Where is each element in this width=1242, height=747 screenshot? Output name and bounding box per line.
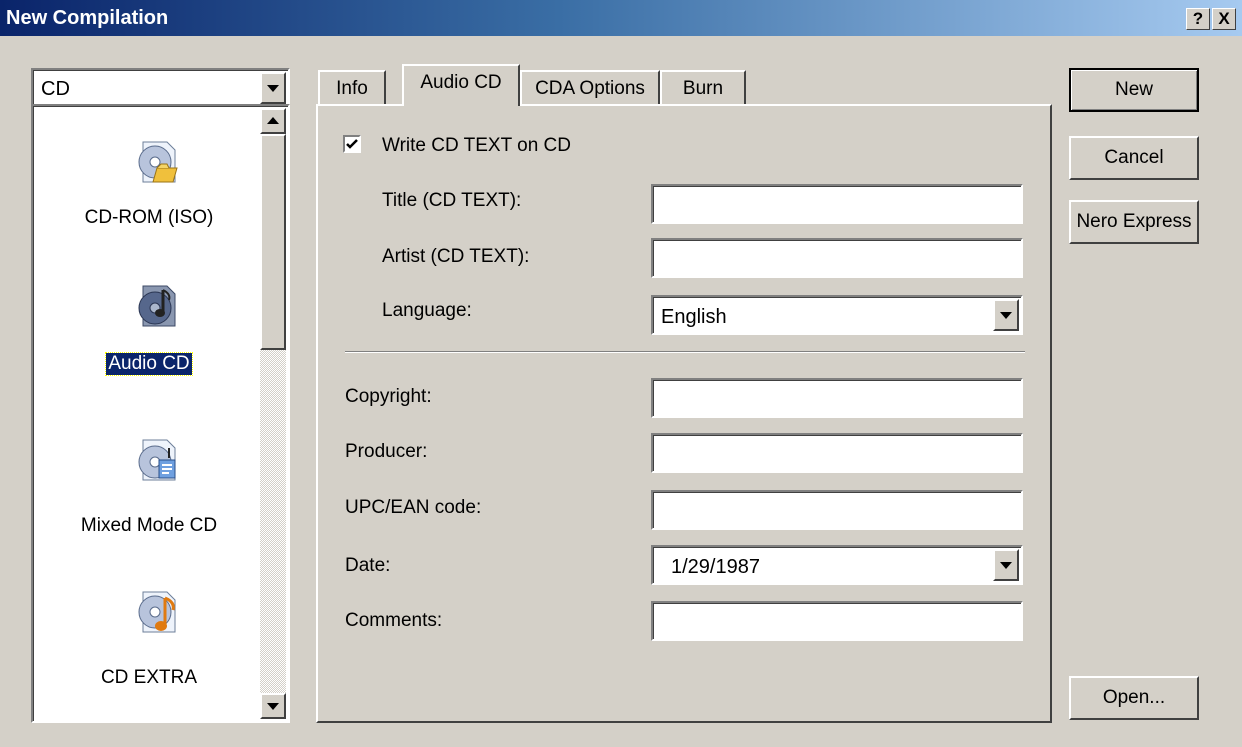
arrow-up-icon bbox=[267, 117, 279, 124]
window-title: New Compilation bbox=[6, 7, 169, 29]
title-bar: New Compilation ? X bbox=[0, 0, 1242, 36]
language-value: English bbox=[661, 306, 727, 328]
chevron-down-icon bbox=[1000, 562, 1012, 569]
checkmark-icon bbox=[346, 139, 358, 149]
scroll-down-button[interactable] bbox=[260, 693, 286, 719]
audio-cd-note-icon bbox=[138, 285, 176, 327]
date-picker[interactable]: 1/29/1987 bbox=[651, 545, 1023, 585]
close-button[interactable]: X bbox=[1212, 8, 1236, 30]
list-item-label: Mixed Mode CD bbox=[80, 515, 218, 536]
mixed-mode-cd-icon bbox=[138, 439, 176, 481]
language-label: Language: bbox=[382, 300, 472, 321]
tab-burn[interactable]: Burn bbox=[660, 70, 746, 106]
cancel-button[interactable]: Cancel bbox=[1069, 136, 1199, 180]
upc-ean-input[interactable] bbox=[651, 490, 1023, 530]
upc-ean-label: UPC/EAN code: bbox=[345, 497, 482, 518]
tab-audio-cd[interactable]: Audio CD bbox=[402, 64, 520, 106]
title-cd-text-input[interactable] bbox=[651, 184, 1023, 224]
media-type-dropdown-button[interactable] bbox=[260, 72, 286, 104]
scroll-thumb[interactable] bbox=[260, 134, 286, 350]
tab-cda-options[interactable]: CDA Options bbox=[520, 70, 660, 106]
list-item-label: Audio CD bbox=[105, 352, 193, 376]
media-type-combo[interactable]: CD bbox=[31, 68, 290, 108]
copyright-input[interactable] bbox=[651, 378, 1023, 418]
tab-info[interactable]: Info bbox=[318, 70, 386, 106]
cdrom-folder-icon bbox=[138, 141, 178, 183]
title-cd-text-label: Title (CD TEXT): bbox=[382, 190, 522, 211]
write-cd-text-checkbox[interactable] bbox=[343, 135, 361, 153]
date-label: Date: bbox=[345, 555, 391, 576]
producer-label: Producer: bbox=[345, 441, 428, 462]
producer-input[interactable] bbox=[651, 433, 1023, 473]
chevron-down-icon bbox=[1000, 312, 1012, 319]
separator bbox=[345, 351, 1025, 353]
help-button[interactable]: ? bbox=[1186, 8, 1210, 30]
artist-cd-text-label: Artist (CD TEXT): bbox=[382, 246, 530, 267]
date-value: 1/29/1987 bbox=[671, 556, 760, 578]
new-button[interactable]: New bbox=[1069, 68, 1199, 112]
copyright-label: Copyright: bbox=[345, 386, 432, 407]
nero-express-button[interactable]: Nero Express bbox=[1069, 200, 1199, 244]
compilation-type-list[interactable]: CD-ROM (ISO) Audio CD Mixed Mode CD CD E… bbox=[31, 104, 290, 723]
list-item-label: CD-ROM (ISO) bbox=[84, 207, 214, 228]
open-button[interactable]: Open... bbox=[1069, 676, 1199, 720]
list-item-label: CD EXTRA bbox=[100, 667, 198, 688]
list-scrollbar[interactable] bbox=[260, 108, 286, 719]
comments-label: Comments: bbox=[345, 610, 443, 631]
language-dropdown-button[interactable] bbox=[993, 299, 1019, 331]
write-cd-text-label: Write CD TEXT on CD bbox=[382, 135, 571, 156]
media-type-value: CD bbox=[41, 78, 70, 100]
chevron-down-icon bbox=[267, 85, 279, 92]
scroll-up-button[interactable] bbox=[260, 108, 286, 134]
comments-input[interactable] bbox=[651, 601, 1023, 641]
date-dropdown-button[interactable] bbox=[993, 549, 1019, 581]
language-combo[interactable]: English bbox=[651, 295, 1023, 335]
artist-cd-text-input[interactable] bbox=[651, 238, 1023, 278]
cd-extra-icon bbox=[138, 591, 176, 633]
arrow-down-icon bbox=[267, 703, 279, 710]
